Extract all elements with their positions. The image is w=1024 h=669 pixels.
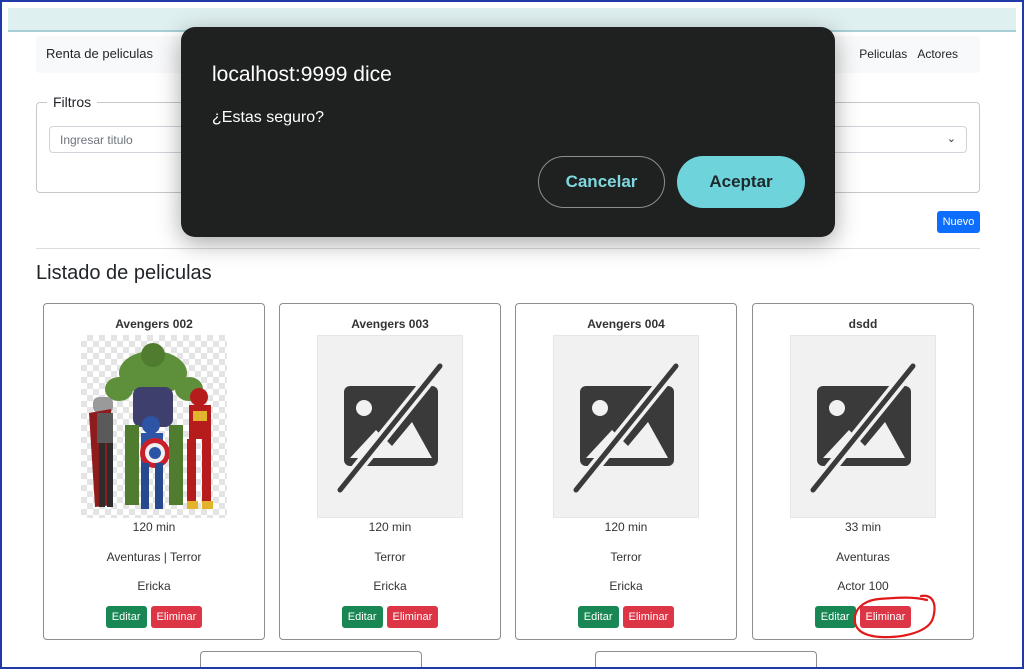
nuevo-button[interactable]: Nuevo — [937, 211, 980, 233]
movie-card-partial — [595, 651, 817, 669]
movie-card-partial — [200, 651, 422, 669]
movie-card: Avengers 004 120 min Terror Ericka Edita… — [515, 303, 737, 640]
movie-card: Avengers 003 120 min Terror Ericka Edita… — [279, 303, 501, 640]
edit-button[interactable]: Editar — [105, 606, 147, 628]
card-actions: Editar Eliminar — [44, 606, 264, 628]
movie-genres: Terror — [610, 550, 642, 564]
movie-actor: Ericka — [609, 579, 643, 593]
page-title: Listado de peliculas — [36, 262, 212, 284]
nav-links: Peliculas Actores — [859, 47, 958, 61]
card-actions: Editar Eliminar — [516, 606, 736, 628]
avengers-heroes-image — [81, 335, 227, 518]
edit-button[interactable]: Editar — [341, 606, 383, 628]
filters-legend: Filtros — [47, 94, 98, 110]
navbar-brand[interactable]: Renta de peliculas — [46, 46, 153, 61]
movie-actor: Ericka — [373, 579, 407, 593]
confirm-dialog: localhost:9999 dice ¿Estas seguro? Cance… — [181, 27, 835, 237]
dialog-message: ¿Estas seguro? — [212, 109, 325, 126]
dialog-title: localhost:9999 dice — [212, 63, 392, 86]
edit-button[interactable]: Editar — [577, 606, 619, 628]
card-actions: Editar Eliminar — [753, 606, 973, 628]
no-image-icon — [317, 335, 463, 518]
movie-duration: 120 min — [132, 520, 176, 534]
movie-title: dsdd — [848, 317, 878, 331]
movie-actor: Actor 100 — [837, 579, 889, 593]
movie-title: Avengers 003 — [351, 317, 429, 331]
delete-button[interactable]: Eliminar — [150, 606, 203, 628]
no-image-icon — [553, 335, 699, 518]
accept-button[interactable]: Aceptar — [677, 156, 805, 208]
no-image-icon — [790, 335, 936, 518]
movie-duration: 120 min — [368, 520, 412, 534]
movie-card: Avengers 002 120 min Aventuras | Terror … — [43, 303, 265, 640]
movie-duration: 33 min — [844, 520, 882, 534]
movie-genres: Aventuras — [836, 550, 890, 564]
movie-actor: Ericka — [137, 579, 171, 593]
nav-link-actores[interactable]: Actores — [917, 47, 958, 61]
delete-button[interactable]: Eliminar — [622, 606, 675, 628]
filter-select[interactable]: ⌄ — [827, 126, 967, 153]
delete-button[interactable]: Eliminar — [386, 606, 439, 628]
movie-genres: Terror — [374, 550, 406, 564]
movie-title: Avengers 004 — [587, 317, 665, 331]
nav-link-peliculas[interactable]: Peliculas — [859, 47, 907, 61]
chevron-down-icon: ⌄ — [946, 133, 956, 145]
cancel-button[interactable]: Cancelar — [538, 156, 665, 208]
delete-button[interactable]: Eliminar — [859, 606, 912, 628]
card-actions: Editar Eliminar — [280, 606, 500, 628]
movie-card: dsdd 33 min Aventuras Actor 100 Editar E… — [752, 303, 974, 640]
edit-button[interactable]: Editar — [814, 606, 856, 628]
movie-title: Avengers 002 — [115, 317, 193, 331]
movie-duration: 120 min — [604, 520, 648, 534]
divider — [36, 248, 980, 249]
movie-genres: Aventuras | Terror — [106, 550, 202, 564]
